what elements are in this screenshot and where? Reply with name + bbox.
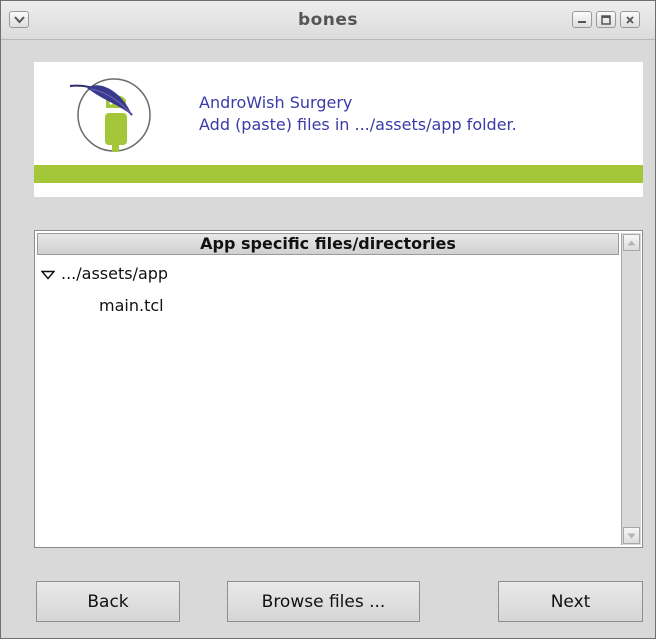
tree-item-label: .../assets/app	[61, 264, 169, 283]
scroll-up-button[interactable]	[623, 234, 640, 251]
header-title: AndroWish Surgery	[199, 93, 353, 112]
wizard-header: AndroWish Surgery Add (paste) files in .…	[34, 62, 643, 197]
close-button[interactable]	[620, 11, 640, 28]
tree-item-folder[interactable]: .../assets/app	[41, 264, 168, 283]
arrow-up-icon	[627, 240, 636, 245]
tree-item-label: main.tcl	[99, 296, 164, 315]
expand-arrow-icon[interactable]	[41, 270, 55, 280]
back-button[interactable]: Back	[36, 581, 180, 622]
window-title: bones	[297, 10, 359, 30]
minimize-button[interactable]	[572, 11, 592, 28]
androwish-logo	[69, 78, 151, 152]
app-window: bones AndroWish Surgery Add (paste) file…	[0, 0, 656, 639]
tree-column-header[interactable]: App specific files/directories	[37, 233, 619, 255]
file-tree[interactable]: App specific files/directories .../asset…	[34, 230, 643, 548]
header-subtitle: Add (paste) files in .../assets/app fold…	[199, 115, 517, 134]
arrow-down-icon	[627, 533, 636, 538]
maximize-icon	[601, 14, 611, 25]
accent-bar	[34, 165, 643, 183]
title-bar[interactable]: bones	[1, 1, 655, 40]
scroll-down-button[interactable]	[623, 527, 640, 544]
maximize-button[interactable]	[596, 11, 616, 28]
tree-item-file[interactable]: main.tcl	[99, 296, 164, 315]
browse-files-button[interactable]: Browse files ...	[227, 581, 420, 622]
vertical-scrollbar[interactable]	[621, 233, 641, 545]
close-icon	[626, 15, 634, 24]
next-button[interactable]: Next	[498, 581, 643, 622]
minimize-icon	[578, 20, 586, 23]
